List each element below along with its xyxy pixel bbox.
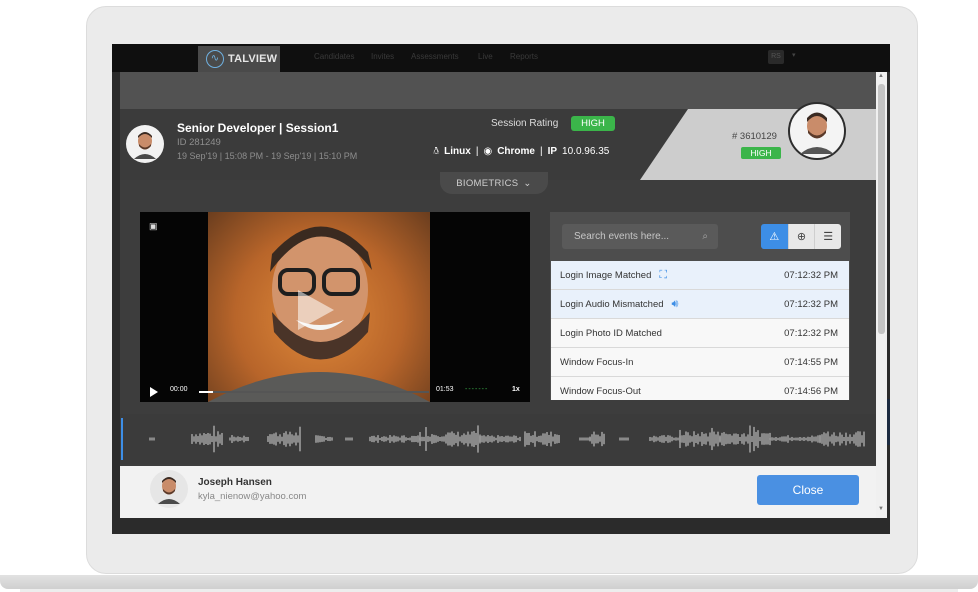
event-time: 07:12:32 PM <box>784 327 838 339</box>
talview-logo-icon: ∿ <box>206 50 224 68</box>
playback-speed[interactable]: 1x <box>512 386 520 393</box>
event-label: Login Photo ID Matched <box>560 327 662 339</box>
nav-reports[interactable]: Reports <box>510 52 538 61</box>
person-avatar-icon <box>134 132 156 159</box>
system-info: 🐧︎ Linux | ◉ Chrome | IP 10.0.96.35 <box>433 145 609 158</box>
seek-bar[interactable] <box>199 391 429 393</box>
session-rating-label: Session Rating <box>491 118 559 129</box>
scrollbar[interactable]: ▲ ▼ <box>876 72 887 518</box>
speed-indicator: ------- <box>465 386 489 393</box>
brand-name: TALVIEW <box>228 53 278 65</box>
person-avatar-icon <box>158 477 180 504</box>
event-list: Login Image Matched ⛶ 07:12:32 PM Login … <box>551 261 849 400</box>
event-left: Login Audio Mismatched 🔊︎ <box>560 298 678 311</box>
speaker-icon: 🔊︎ <box>671 297 679 310</box>
event-row[interactable]: Window Focus-Out 07:14:56 PM <box>551 377 849 400</box>
browser-name: Chrome <box>497 146 535 157</box>
event-row[interactable]: Login Photo ID Matched 07:12:32 PM <box>551 319 849 348</box>
screen-edge-accent <box>887 399 890 445</box>
scroll-down-icon[interactable]: ▼ <box>878 506 884 512</box>
nav-invites[interactable]: Invites <box>371 52 394 61</box>
event-time: 07:14:55 PM <box>784 356 838 368</box>
video-controls: 00:00 01:53 ------- 1x <box>140 382 530 402</box>
session-number: # 3610129 <box>732 131 777 142</box>
alert-filter-button[interactable]: ⚠ <box>761 224 788 249</box>
event-label: Login Image Matched <box>560 269 652 281</box>
linux-icon: 🐧︎ <box>433 146 440 157</box>
biometrics-toggle[interactable]: BIOMETRICS ⌄ <box>440 172 548 194</box>
event-row[interactable]: Window Focus-In 07:14:55 PM <box>551 348 849 377</box>
chrome-icon: ◉ <box>483 146 493 157</box>
event-time: 07:12:32 PM <box>784 298 838 310</box>
play-overlay-icon[interactable] <box>298 290 334 330</box>
session-title: Senior Developer | Session1 <box>177 121 339 135</box>
sliders-icon: ☰ <box>823 231 834 243</box>
event-row[interactable]: Login Audio Mismatched 🔊︎ 07:12:32 PM <box>551 290 849 319</box>
globe-filter-button[interactable]: ⊕ <box>787 224 815 249</box>
search-input[interactable] <box>572 230 696 243</box>
duration: 01:53 <box>436 386 454 393</box>
event-time: 07:14:56 PM <box>784 385 838 397</box>
caption-icon[interactable]: ▣ <box>149 221 158 232</box>
event-label: Login Audio Mismatched <box>560 298 664 310</box>
events-panel: ⌕ ⚠ ⊕ ☰ Login Image Matched ⛶ <box>550 212 850 400</box>
chevron-down-icon[interactable]: ▾ <box>792 51 796 59</box>
event-search[interactable]: ⌕ <box>562 224 718 249</box>
nav-candidates[interactable]: Candidates <box>314 52 354 61</box>
alert-icon: ⚠ <box>769 231 780 243</box>
modal-top-strip <box>120 72 876 109</box>
event-time: 07:12:32 PM <box>784 269 838 281</box>
settings-filter-button[interactable]: ☰ <box>814 224 841 249</box>
search-icon: ⌕ <box>702 231 708 242</box>
current-time: 00:00 <box>170 386 188 393</box>
session-id: ID 281249 <box>177 137 221 148</box>
scroll-up-icon[interactable]: ▲ <box>878 73 884 79</box>
event-label: Window Focus-Out <box>560 385 641 397</box>
session-header: Senior Developer | Session1 ID 281249 19… <box>120 102 876 180</box>
event-row[interactable]: Login Image Matched ⛶ 07:12:32 PM <box>551 261 849 290</box>
event-label: Window Focus-In <box>560 356 634 368</box>
globe-icon: ⊕ <box>796 231 807 243</box>
event-filters: ⚠ ⊕ ☰ <box>761 224 841 249</box>
nav-live[interactable]: Live <box>478 52 493 61</box>
seek-bar-fill <box>199 391 213 393</box>
candidate-avatar-small <box>126 125 164 163</box>
audio-waveform[interactable] <box>120 414 876 464</box>
biometrics-label: BIOMETRICS <box>456 177 519 189</box>
waveform-graphic <box>149 425 865 453</box>
user-avatar[interactable]: RS <box>768 50 784 64</box>
separator: | <box>539 146 543 157</box>
candidate-avatar-large <box>788 102 846 160</box>
session-rating-badge: HIGH <box>571 116 615 131</box>
chevron-down-icon: ⌄ <box>523 177 532 189</box>
screen: ∿ TALVIEW Candidates Invites Assessments… <box>112 44 890 534</box>
nav-assessments[interactable]: Assessments <box>411 52 459 61</box>
session-modal: Senior Developer | Session1 ID 281249 19… <box>120 72 876 518</box>
brand-logo[interactable]: ∿ TALVIEW <box>198 46 280 72</box>
person-avatar-icon <box>800 112 834 154</box>
top-navbar: ∿ TALVIEW Candidates Invites Assessments… <box>112 44 890 72</box>
candidate-avatar <box>150 470 188 508</box>
modal-footer: Joseph Hansen kyla_nienow@yahoo.com Clos… <box>120 466 876 518</box>
separator: | <box>475 146 479 157</box>
face-scan-icon: ⛶ <box>659 268 668 281</box>
video-player[interactable]: ▣ 00:00 01:53 ------- 1x <box>140 212 530 402</box>
event-left: Login Image Matched ⛶ <box>560 269 667 282</box>
ip-value: 10.0.96.35 <box>562 146 610 157</box>
candidate-name: Joseph Hansen <box>198 477 272 488</box>
play-icon[interactable] <box>150 387 158 397</box>
waveform-cursor[interactable] <box>121 418 123 460</box>
ip-label: IP <box>547 146 558 157</box>
candidate-email: kyla_nienow@yahoo.com <box>198 491 307 502</box>
laptop-base <box>0 575 978 589</box>
os-name: Linux <box>444 146 471 157</box>
scrollbar-thumb[interactable] <box>878 84 885 334</box>
close-button[interactable]: Close <box>757 475 859 505</box>
session-date-range: 19 Sep'19 | 15:08 PM - 19 Sep'19 | 15:10… <box>177 151 358 161</box>
score-badge: HIGH <box>741 147 781 159</box>
